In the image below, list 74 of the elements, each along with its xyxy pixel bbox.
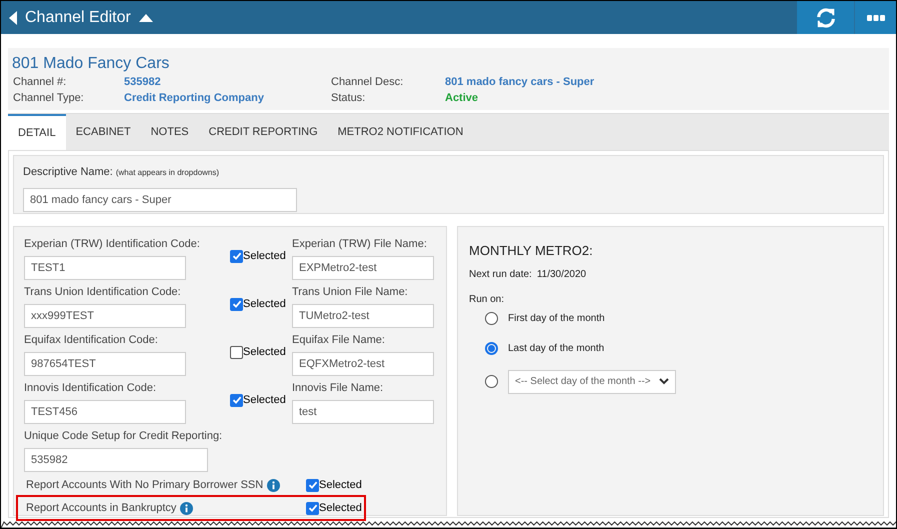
checkmark-icon — [232, 299, 242, 310]
tab[interactable]: NOTES — [140, 114, 199, 151]
radio-button[interactable] — [485, 312, 498, 324]
code-field[interactable]: xxx999TEST — [24, 304, 186, 328]
option-text: Report Accounts in Bankruptcy — [26, 500, 176, 516]
field-label: Equifax File Name: — [292, 333, 386, 347]
checkmark-icon — [232, 395, 242, 406]
field-label: Channel Type: — [12, 91, 85, 105]
collapse-icon[interactable] — [138, 14, 153, 22]
checkbox[interactable] — [230, 394, 243, 407]
field-label: Unique Code Setup for Credit Reporting: — [24, 429, 224, 443]
code-field[interactable]: 987654TEST — [24, 352, 186, 376]
field-label: Descriptive Name: — [23, 165, 113, 180]
field-label: Trans Union File Name: — [292, 285, 409, 299]
checkbox-label: Selected — [243, 345, 286, 360]
radio-label: Last day of the month — [508, 342, 604, 356]
radio-button[interactable] — [485, 342, 498, 354]
file-name-field[interactable]: EXPMetro2-test — [292, 256, 434, 280]
chevron-down-icon — [659, 378, 669, 385]
checkbox-label: Selected — [243, 249, 286, 264]
file-name-field[interactable]: EQFXMetro2-test — [292, 352, 434, 376]
refresh-button[interactable] — [797, 1, 855, 34]
radio-button[interactable] — [485, 375, 498, 388]
checkbox[interactable] — [230, 298, 243, 311]
tab[interactable]: METRO2 NOTIFICATION — [328, 114, 474, 151]
field-value: 535982 — [124, 75, 162, 89]
descriptive-name-field[interactable]: 801 mado fancy cars - Super — [23, 188, 297, 212]
more-icon — [866, 14, 884, 20]
file-name-field[interactable]: TUMetro2-test — [292, 304, 434, 328]
code-field[interactable]: TEST1 — [24, 256, 186, 280]
channel-name: 801 Mado Fancy Cars — [12, 54, 170, 74]
file-name-field[interactable]: test — [292, 400, 434, 424]
section-title: MONTHLY METRO2: — [469, 242, 594, 260]
field-label: Channel #: — [12, 75, 68, 89]
field-value: 801 mado fancy cars - Super — [445, 75, 596, 89]
info-icon[interactable] — [267, 478, 280, 492]
field-label: Trans Union Identification Code: — [24, 285, 182, 299]
field-label: Innovis Identification Code: — [24, 381, 158, 395]
field-value: Credit Reporting Company — [124, 91, 265, 105]
checkbox-label: Selected — [243, 297, 286, 312]
refresh-icon — [814, 6, 836, 28]
field-label: Innovis File Name: — [292, 381, 384, 395]
next-run-label: Next run date: — [469, 268, 532, 282]
tab[interactable]: DETAIL — [8, 114, 66, 151]
checkbox[interactable] — [306, 478, 319, 492]
checkbox-label: Selected — [319, 478, 362, 493]
run-on-label: Run on: — [469, 292, 506, 306]
field-hint: (what appears in dropdowns) — [116, 167, 220, 179]
next-run-date: 11/30/2020 — [536, 268, 586, 282]
checkbox-label: Selected — [319, 500, 362, 516]
checkbox-label: Selected — [243, 393, 286, 408]
tab[interactable]: ECABINET — [66, 114, 141, 151]
checkmark-icon — [308, 503, 318, 513]
field-label: Status: — [330, 91, 366, 105]
code-field[interactable]: TEST456 — [24, 400, 186, 424]
more-button[interactable] — [855, 1, 896, 34]
checkmark-icon — [308, 480, 318, 490]
checkbox[interactable] — [230, 250, 243, 263]
field-label: Experian (TRW) File Name: — [292, 237, 428, 251]
checkbox[interactable] — [306, 502, 319, 514]
tab[interactable]: CREDIT REPORTING — [198, 114, 328, 151]
info-icon[interactable] — [180, 502, 194, 514]
page-title: Channel Editor — [25, 8, 131, 28]
unique-code-field[interactable]: 535982 — [24, 448, 208, 472]
option-text: Report Accounts With No Primary Borrower SSN — [26, 478, 264, 493]
status-value: Active — [445, 91, 480, 105]
field-label: Equifax Identification Code: — [24, 333, 159, 347]
day-select[interactable]: <-- Select day of the month --> — [508, 370, 676, 394]
radio-label: First day of the month — [508, 312, 605, 326]
back-icon[interactable] — [9, 10, 17, 24]
field-label: Channel Desc: — [330, 75, 404, 89]
checkbox[interactable] — [230, 346, 243, 359]
checkmark-icon — [232, 251, 242, 262]
field-label: Experian (TRW) Identification Code: — [24, 237, 201, 251]
